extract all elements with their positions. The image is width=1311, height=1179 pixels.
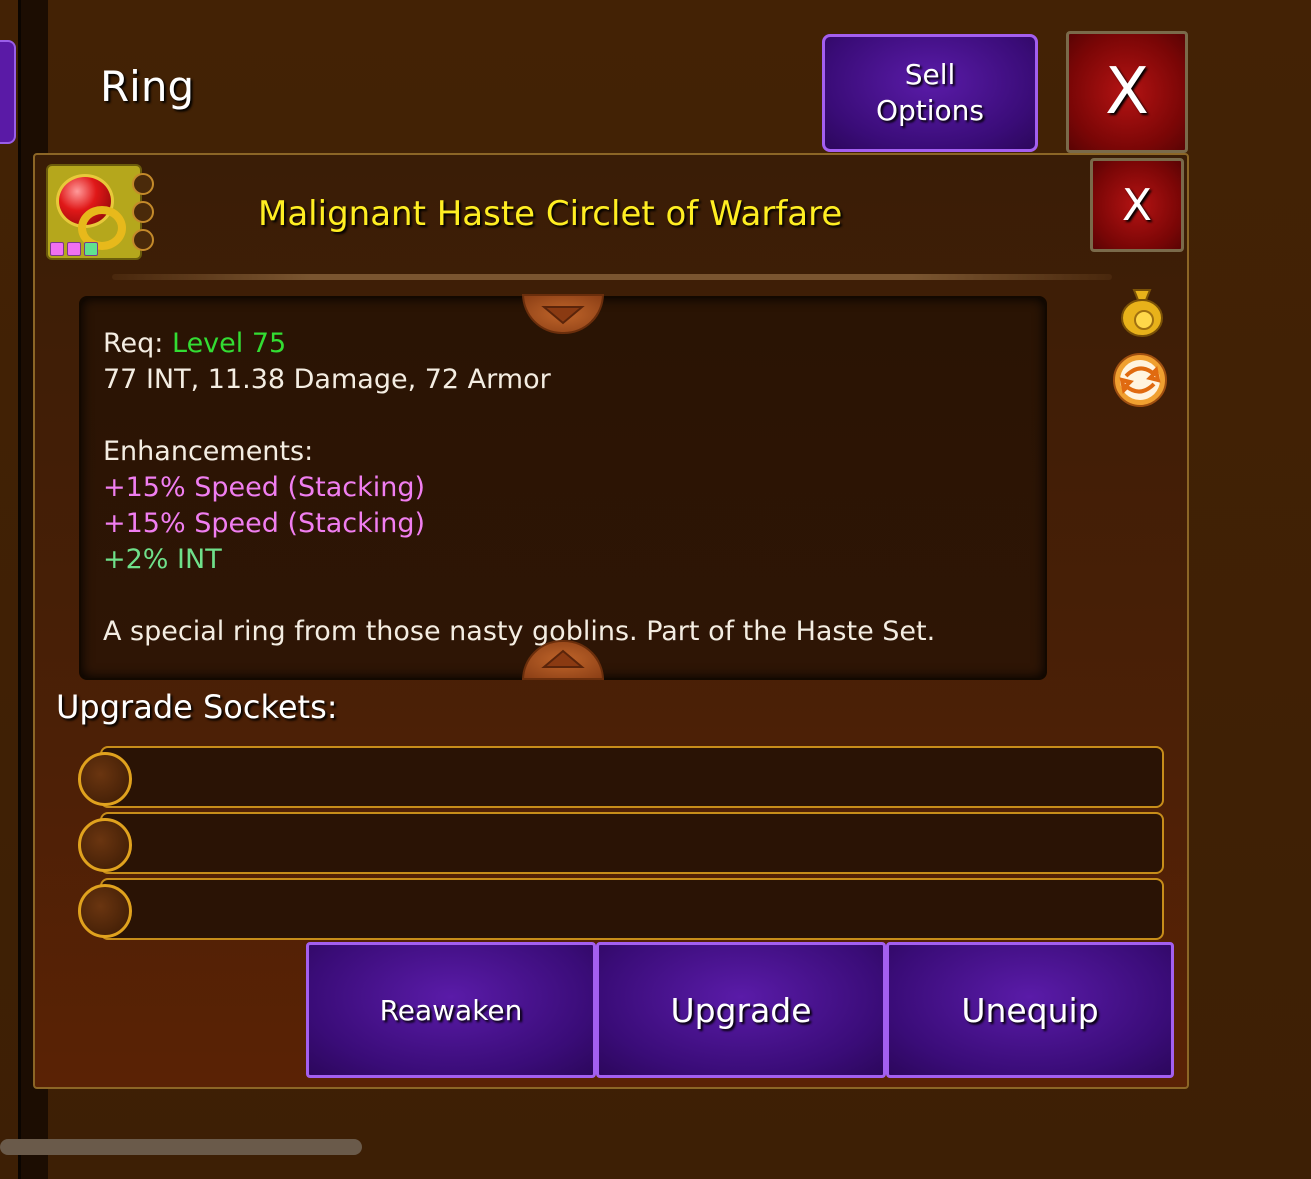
socket-slot-icon [78,818,132,872]
upgrade-socket-row[interactable] [100,746,1164,808]
unequip-button[interactable]: Unequip [886,942,1174,1078]
sell-options-label-line1: Sell [904,58,956,91]
upgrade-button[interactable]: Upgrade [596,942,886,1078]
side-tab[interactable] [0,40,16,144]
socket-dot [67,242,81,256]
item-description: A special ring from those nasty goblins.… [103,616,936,647]
req-level: Level 75 [172,328,287,359]
enhancement-line: +15% Speed (Stacking) [103,508,426,539]
horizontal-scrollbar[interactable] [0,1139,362,1155]
item-description-box[interactable]: Req: Level 75 77 INT, 11.38 Damage, 72 A… [79,296,1047,680]
swap-arrows-icon[interactable] [1112,352,1168,408]
upgrade-sockets-label: Upgrade Sockets: [56,688,338,726]
stats-line: 77 INT, 11.38 Damage, 72 Armor [103,364,551,395]
page-title: Ring [100,62,195,111]
gold-bag-icon[interactable] [1114,282,1170,338]
close-item-button[interactable]: X [1090,158,1184,252]
socket-dot [50,242,64,256]
enhancements-label: Enhancements: [103,436,314,467]
icon-slot-circle [132,229,154,251]
requirement-line: Req: Level 75 [103,328,286,359]
icon-slot-circle [132,201,154,223]
chevron-down-icon [541,306,585,325]
item-name: Malignant Haste Circlet of Warfare [258,194,843,234]
reawaken-button[interactable]: Reawaken [306,942,596,1078]
upgrade-socket-row[interactable] [100,812,1164,874]
req-prefix: Req: [103,328,164,359]
socket-dots [50,242,98,256]
ring-item-icon [46,164,142,260]
enhancement-line: +2% INT [103,544,222,575]
close-window-button[interactable]: X [1066,31,1188,153]
upgrade-socket-row[interactable] [100,878,1164,940]
enhancement-line: +15% Speed (Stacking) [103,472,426,503]
socket-slot-icon [78,752,132,806]
chevron-up-icon [541,649,585,668]
socket-slot-icon [78,884,132,938]
icon-slot-circle [132,173,154,195]
header-divider [112,274,1112,280]
socket-dot [84,242,98,256]
sell-options-button[interactable]: Sell Options [822,34,1038,152]
sell-options-label-line2: Options [875,94,985,127]
